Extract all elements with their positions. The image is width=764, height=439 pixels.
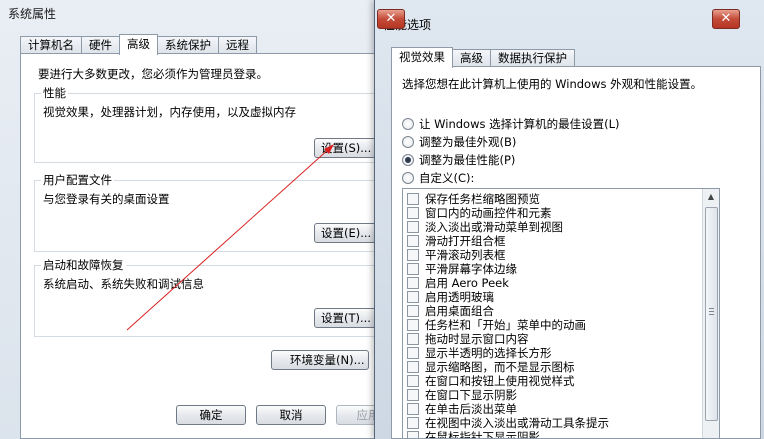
- checkbox-icon: [407, 221, 419, 233]
- scroll-up-icon[interactable]: ▲: [703, 189, 719, 205]
- checkbox-icon: [407, 305, 419, 317]
- scroll-thumb[interactable]: [705, 207, 718, 421]
- close-icon[interactable]: ✕: [712, 9, 740, 29]
- checkbox-icon: [407, 249, 419, 261]
- effects-list[interactable]: 保存任务栏缩略图预览 窗口内的动画控件和元素 淡入淡出或滑动菜单到视图 滑动打开…: [402, 188, 720, 439]
- radio-icon: [402, 172, 414, 184]
- radio-icon: [402, 136, 414, 148]
- checkbox-icon: [407, 375, 419, 387]
- tab-advanced[interactable]: 高级: [119, 34, 158, 55]
- checkbox-icon: [407, 361, 419, 373]
- checkbox-icon: [407, 319, 419, 331]
- checkbox-icon: [407, 431, 419, 438]
- arrow-line: [126, 147, 331, 331]
- checkbox-icon: [407, 235, 419, 247]
- checkbox-icon: [407, 347, 419, 359]
- checkbox-icon: [407, 403, 419, 415]
- checkbox-icon: [407, 333, 419, 345]
- checkbox-icon: [407, 291, 419, 303]
- radio-label: 调整为最佳外观(B): [419, 135, 517, 149]
- checkbox-icon: [407, 263, 419, 275]
- radio-label: 自定义(C):: [419, 171, 475, 185]
- radio-selected-icon: [402, 154, 414, 166]
- tab-dep[interactable]: 数据执行保护: [490, 49, 575, 67]
- radio-let-windows-choose[interactable]: 让 Windows 选择计算机的最佳设置(L): [402, 116, 620, 132]
- grip-line: [709, 308, 714, 309]
- radio-best-performance[interactable]: 调整为最佳性能(P): [402, 152, 515, 168]
- checkbox-icon: [407, 277, 419, 289]
- checkbox-icon: [407, 207, 419, 219]
- radio-best-appearance[interactable]: 调整为最佳外观(B): [402, 134, 516, 150]
- radio-label: 调整为最佳性能(P): [419, 153, 516, 167]
- radio-icon: [402, 118, 414, 130]
- vertical-scrollbar[interactable]: ▲: [702, 189, 719, 438]
- list-item[interactable]: 在鼠标指针下显示阴影: [407, 429, 540, 439]
- radio-label: 让 Windows 选择计算机的最佳设置(L): [419, 117, 620, 131]
- effect-label: 在鼠标指针下显示阴影: [425, 430, 540, 439]
- tab-visual-effects[interactable]: 视觉效果: [391, 47, 453, 68]
- close-icon[interactable]: ✕: [377, 9, 405, 29]
- instruction-text: 选择您想在此计算机上使用的 Windows 外观和性能设置。: [402, 77, 703, 91]
- checkbox-icon: [407, 417, 419, 429]
- checkbox-icon: [407, 389, 419, 401]
- grip-line: [709, 314, 714, 315]
- tab-advanced[interactable]: 高级: [452, 49, 491, 67]
- tab-strip: 视觉效果 高级 数据执行保护: [391, 47, 575, 68]
- checkbox-icon: [407, 193, 419, 205]
- radio-custom[interactable]: 自定义(C):: [402, 170, 474, 186]
- grip-line: [709, 311, 714, 312]
